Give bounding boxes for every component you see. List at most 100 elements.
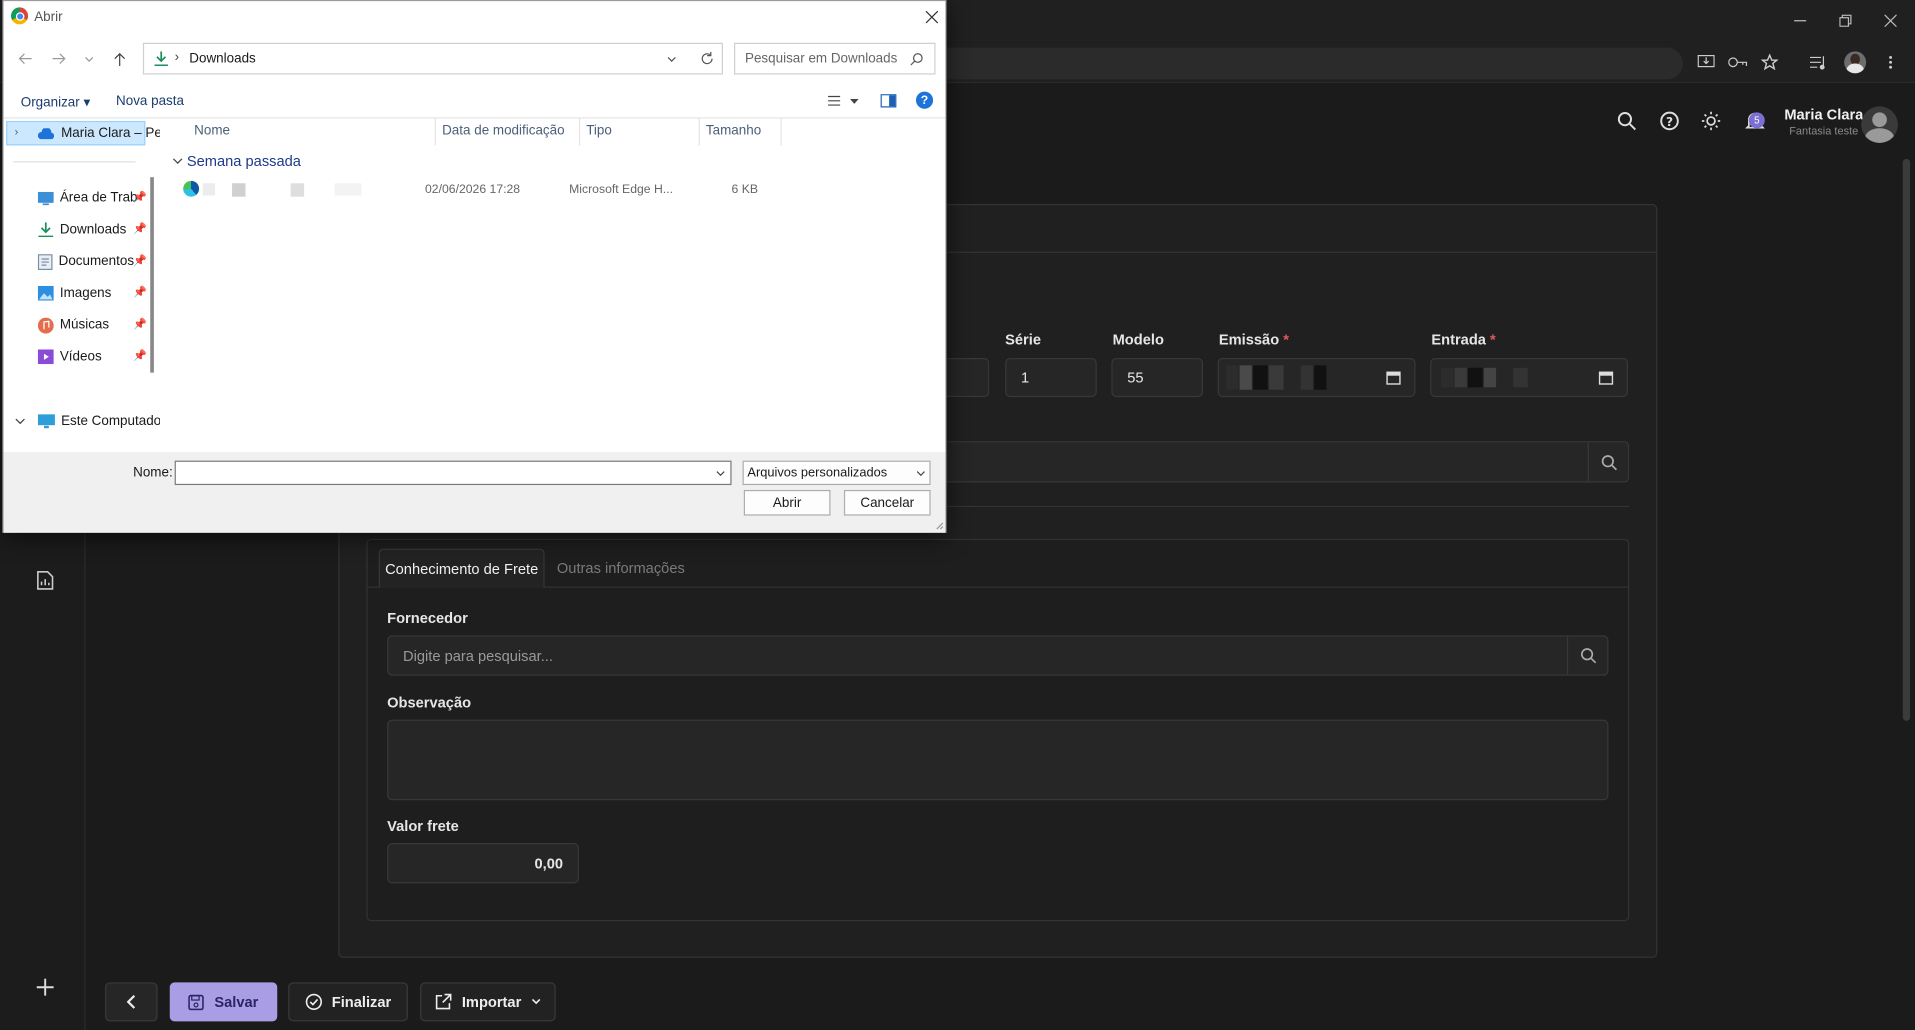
restore-window-icon[interactable] <box>1831 10 1860 32</box>
dialog-address-bar[interactable]: › Downloads <box>142 42 724 75</box>
serie-input[interactable]: 1 <box>1005 357 1097 398</box>
tree-item-videos[interactable]: Vídeos <box>37 346 102 368</box>
fornecedor-search-input[interactable]: Digite para pesquisar... <box>387 635 1609 676</box>
back-button[interactable] <box>105 982 158 1022</box>
back-arrow-icon[interactable] <box>15 49 35 69</box>
add-icon[interactable] <box>33 975 57 999</box>
chevron-down-icon <box>15 418 25 425</box>
finalize-button[interactable]: Finalizar <box>288 982 408 1022</box>
key-icon[interactable] <box>1727 51 1749 73</box>
close-icon[interactable] <box>922 7 942 27</box>
browser-menu-icon[interactable] <box>1881 51 1901 73</box>
close-window-icon[interactable] <box>1876 10 1905 32</box>
tab-conhecimento-frete[interactable]: Conhecimento de Frete <box>378 548 545 588</box>
file-type: Microsoft Edge H... <box>569 183 673 197</box>
column-separator <box>434 118 437 146</box>
dialog-title: Abrir <box>34 9 63 25</box>
tree-label: Área de Trab <box>59 190 138 206</box>
tree-item-images[interactable]: Imagens <box>37 282 112 304</box>
calendar-icon[interactable] <box>1385 368 1402 388</box>
dialog-bottom-bar: Nome: Arquivos personalizados Abrir Canc… <box>3 452 946 533</box>
tab-outras-informacoes[interactable]: Outras informações <box>557 560 685 577</box>
minimize-window-icon[interactable] <box>1786 10 1815 32</box>
dialog-navigation-pane: › Maria Clara – Pe Área de Trab Download… <box>3 118 160 453</box>
serie-label: Série <box>1005 331 1041 349</box>
dialog-titlebar <box>3 1 946 33</box>
documents-icon <box>37 253 53 270</box>
chevron-down-icon <box>667 56 676 62</box>
file-row[interactable]: 02/06/2026 17:28 Microsoft Edge H... 6 K… <box>180 177 913 201</box>
breadcrumb[interactable]: Downloads <box>189 51 255 66</box>
search-icon[interactable] <box>1597 452 1619 472</box>
cancel-button[interactable]: Cancelar <box>843 489 931 516</box>
column-name[interactable]: Nome <box>194 123 230 138</box>
theme-toggle-icon[interactable] <box>1699 109 1723 133</box>
tree-label: Maria Clara – Pe <box>61 125 160 141</box>
tabs-divider <box>367 586 1628 588</box>
file-type-select[interactable]: Arquivos personalizados <box>742 460 931 486</box>
preview-pane-icon <box>880 94 897 108</box>
address-bar[interactable] <box>940 47 1683 80</box>
column-type[interactable]: Tipo <box>586 123 612 138</box>
file-name-redacted <box>290 183 305 197</box>
valor-frete-input[interactable]: 0,00 <box>387 843 579 884</box>
tree-separator <box>13 161 136 163</box>
page-scrollbar[interactable] <box>1902 158 1911 721</box>
finalize-label: Finalizar <box>331 993 392 1011</box>
date-redacted <box>1441 367 1528 388</box>
column-separator <box>698 118 700 146</box>
svg-text:?: ? <box>1666 115 1673 129</box>
chevron-down-icon <box>531 998 541 1005</box>
tree-scrollbar[interactable] <box>150 177 154 373</box>
dialog-search-placeholder: Pesquisar em Downloads <box>744 51 898 66</box>
date-redacted <box>1226 365 1327 390</box>
chevron-down-icon[interactable] <box>82 49 97 69</box>
save-button[interactable]: Salvar <box>169 982 278 1022</box>
images-icon <box>37 285 54 301</box>
file-name-redacted <box>232 183 246 197</box>
organize-menu[interactable]: Organizar ▾ <box>21 94 90 110</box>
pin-icon: 📌 <box>133 254 147 267</box>
tree-item-computer[interactable]: Este Computado <box>37 411 160 433</box>
help-icon[interactable]: ? <box>1657 109 1681 133</box>
desktop-icon <box>37 191 54 205</box>
tree-item-downloads[interactable]: Downloads <box>38 219 126 241</box>
numero-field[interactable] <box>946 357 990 398</box>
tree-item-documents[interactable]: Documentos <box>37 250 135 272</box>
install-icon[interactable] <box>1695 51 1717 73</box>
browser-profile-avatar[interactable] <box>1844 51 1867 74</box>
dialog-search-input[interactable]: Pesquisar em Downloads <box>734 42 936 75</box>
field-separator <box>1566 636 1569 675</box>
chevron-right-icon[interactable]: › <box>15 126 19 138</box>
observacao-textarea[interactable] <box>387 719 1609 801</box>
field-separator <box>1587 442 1589 482</box>
search-icon[interactable] <box>1615 109 1639 133</box>
star-icon[interactable] <box>1759 51 1781 73</box>
tree-item-music[interactable]: Músicas <box>37 314 109 336</box>
chave-search-field[interactable] <box>946 441 1630 483</box>
up-arrow-icon[interactable] <box>110 49 130 69</box>
calendar-icon[interactable] <box>1597 368 1614 388</box>
chevron-down-icon <box>716 471 725 477</box>
file-date: 02/06/2026 17:28 <box>425 183 521 197</box>
tree-item-desktop[interactable]: Área de Trab <box>37 187 138 209</box>
column-size[interactable]: Tamanho <box>706 123 761 138</box>
tree-label: Documentos <box>58 254 135 269</box>
report-icon[interactable] <box>33 568 57 592</box>
column-modified[interactable]: Data de modificação <box>442 123 564 138</box>
avatar[interactable] <box>1861 106 1898 143</box>
search-icon[interactable] <box>1577 645 1599 665</box>
tree-item-cloud[interactable]: Maria Clara – Pe <box>37 122 160 144</box>
forward-arrow-icon[interactable] <box>49 49 69 69</box>
modelo-input[interactable]: 55 <box>1111 357 1203 398</box>
organize-label: Organizar <box>20 95 80 110</box>
group-header[interactable]: Semana passada <box>187 153 301 170</box>
import-button[interactable]: Importar <box>420 982 556 1022</box>
media-icon[interactable] <box>1808 51 1830 73</box>
file-name-input[interactable] <box>174 460 732 486</box>
help-icon[interactable]: ? <box>915 91 934 109</box>
new-folder-button[interactable]: Nova pasta <box>116 94 184 109</box>
file-name-redacted <box>202 183 215 196</box>
emissao-label: Emissão * <box>1218 331 1289 349</box>
open-button[interactable]: Abrir <box>743 489 831 516</box>
